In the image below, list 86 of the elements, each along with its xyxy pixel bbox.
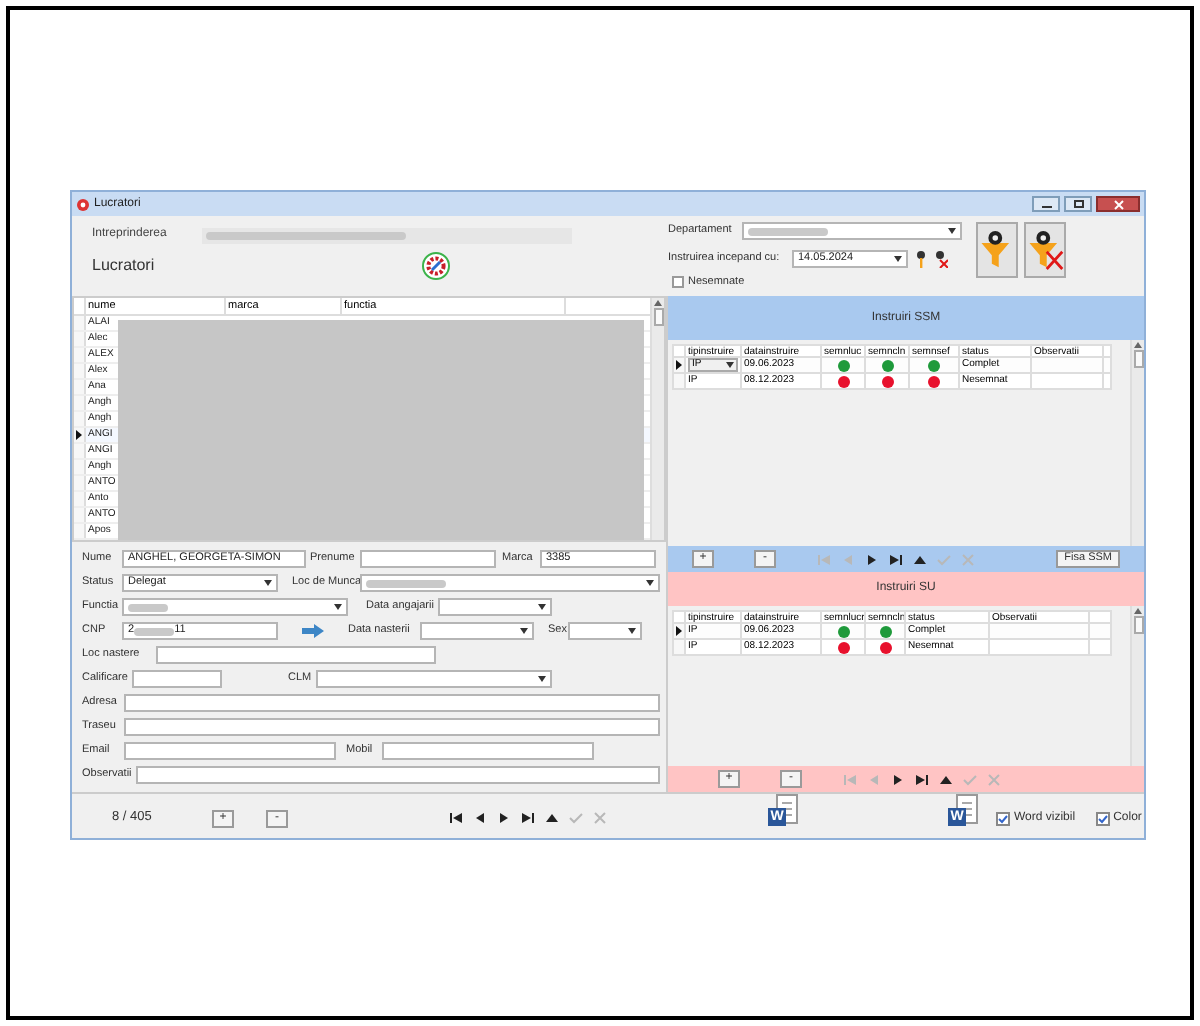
row-selector-cell[interactable] <box>74 412 86 426</box>
dropdown-field[interactable] <box>316 670 552 688</box>
row-selector-cell[interactable] <box>74 476 86 490</box>
row-selector-cell[interactable] <box>74 492 86 506</box>
right-arrow-icon[interactable] <box>302 624 324 638</box>
scroll-thumb[interactable] <box>1133 616 1143 634</box>
next-record-icon[interactable] <box>864 551 880 567</box>
dropdown-field[interactable] <box>360 574 660 592</box>
checkbox[interactable] <box>1095 811 1110 825</box>
dropdown-caret-icon <box>520 628 528 634</box>
row-selector-cell[interactable] <box>674 358 686 372</box>
close-button[interactable] <box>1096 196 1140 212</box>
dropdown-caret-icon <box>538 676 546 682</box>
row-pointer-icon <box>76 430 82 440</box>
row-selector-cell[interactable] <box>74 524 86 538</box>
input-field[interactable] <box>124 718 660 736</box>
row-selector-cell[interactable] <box>74 364 86 378</box>
row-selector-cell[interactable] <box>74 316 86 330</box>
scroll-up-arrow-icon[interactable] <box>1134 342 1142 348</box>
row-selector-cell[interactable] <box>74 460 86 474</box>
dropdown-caret-icon <box>646 580 654 586</box>
vertical-scrollbar[interactable] <box>1130 340 1144 546</box>
close-icon <box>1113 199 1123 209</box>
dropdown-caret-icon <box>264 580 272 586</box>
up-icon[interactable] <box>938 771 954 787</box>
dropdown-caret-icon <box>628 628 636 634</box>
input-field[interactable] <box>382 742 594 760</box>
dropdown-caret-icon <box>894 256 902 262</box>
checkbox[interactable] <box>996 811 1010 825</box>
last-record-icon[interactable] <box>914 771 930 787</box>
dropdown-caret-icon <box>726 362 734 368</box>
row-selector-cell[interactable] <box>74 444 86 458</box>
input-field[interactable] <box>136 766 660 784</box>
redacted-text <box>128 603 168 611</box>
dropdown-caret-icon <box>538 604 546 610</box>
input-field[interactable] <box>360 550 496 568</box>
row-selector-cell[interactable] <box>74 396 86 410</box>
app-icon <box>76 197 90 211</box>
dropdown-field[interactable] <box>122 598 348 616</box>
vertical-scrollbar[interactable] <box>650 298 664 540</box>
row-selector-cell[interactable] <box>74 380 86 394</box>
key-clear-icon[interactable] <box>934 250 948 268</box>
last-record-icon[interactable] <box>520 810 536 826</box>
input-field[interactable] <box>124 742 336 760</box>
vertical-scrollbar[interactable] <box>1130 606 1144 766</box>
row-pointer-icon <box>676 360 682 370</box>
row-pointer-icon <box>676 626 682 636</box>
dropdown-field[interactable] <box>438 598 552 616</box>
redacted-text <box>366 579 446 587</box>
next-record-icon[interactable] <box>496 810 512 826</box>
row-selector-cell[interactable] <box>74 332 86 346</box>
gear-button[interactable] <box>422 252 450 280</box>
section-title: Lucratori <box>92 254 157 278</box>
dropdown-caret-icon <box>948 228 956 234</box>
redacted-text <box>748 227 828 235</box>
maximize-button[interactable] <box>1064 196 1092 212</box>
scroll-thumb[interactable] <box>653 308 663 326</box>
dropdown-field[interactable] <box>742 222 962 240</box>
dropdown-caret-icon <box>334 604 342 610</box>
input-field[interactable] <box>156 646 436 664</box>
up-icon[interactable] <box>912 551 928 567</box>
scroll-up-arrow-icon[interactable] <box>654 300 662 306</box>
next-record-icon[interactable] <box>890 771 906 787</box>
minimize-button[interactable] <box>1032 196 1060 212</box>
row-selector-cell[interactable] <box>74 508 86 522</box>
up-icon[interactable] <box>544 810 560 826</box>
scroll-up-arrow-icon[interactable] <box>1134 608 1142 614</box>
key-gear-icon[interactable] <box>914 250 928 268</box>
previous-record-icon[interactable] <box>472 810 488 826</box>
dropdown-field[interactable] <box>420 622 534 640</box>
clear-filter-button[interactable] <box>1024 222 1066 278</box>
dropdown-field[interactable] <box>568 622 642 640</box>
row-selector-cell[interactable] <box>674 640 686 654</box>
first-record-icon[interactable] <box>448 810 464 826</box>
input-field[interactable] <box>124 694 660 712</box>
input-field[interactable] <box>132 670 222 688</box>
scroll-thumb[interactable] <box>1133 350 1143 368</box>
row-selector-cell[interactable] <box>674 374 686 388</box>
checkbox[interactable] <box>672 276 684 289</box>
row-selector-cell[interactable] <box>74 428 86 442</box>
funnel-clear-icon <box>1026 226 1064 274</box>
row-selector-cell[interactable] <box>74 348 86 362</box>
row-selector-cell[interactable] <box>674 624 686 638</box>
filter-button[interactable] <box>976 222 1018 278</box>
last-record-icon[interactable] <box>888 551 904 567</box>
redacted-text <box>134 627 175 635</box>
